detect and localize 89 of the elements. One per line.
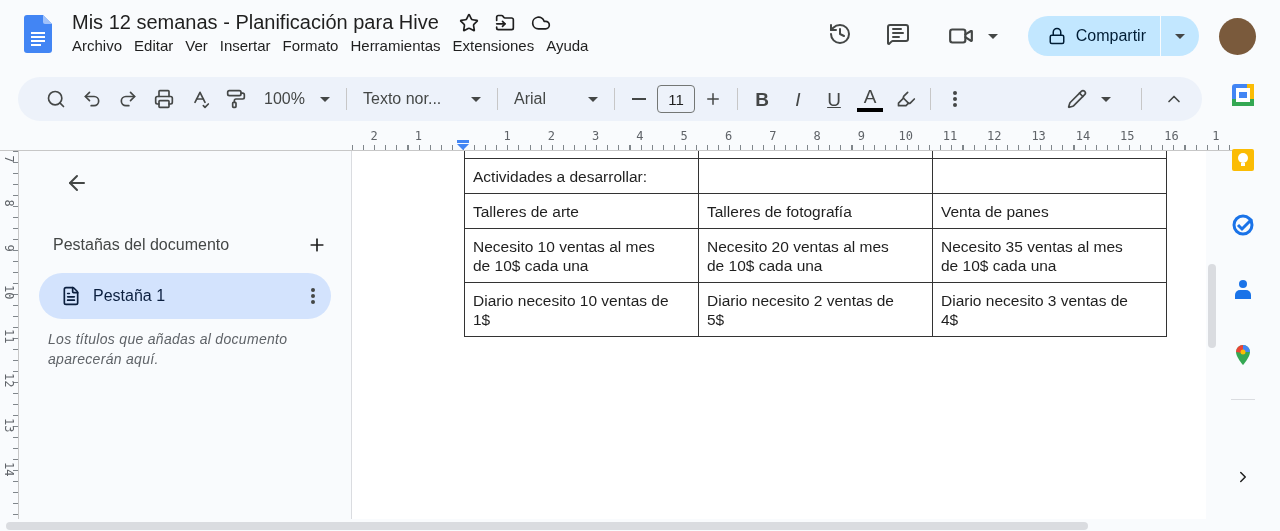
ruler-number: 16 — [1163, 129, 1180, 145]
ruler-number: 9 — [856, 129, 867, 145]
table-cell: Diario necesito 3 ventas de 4$ — [932, 282, 1167, 337]
menu-item[interactable]: Extensiones — [446, 36, 541, 55]
table-cell: Talleres de fotografía — [698, 193, 933, 229]
ruler-number: 8 — [1, 198, 17, 210]
docs-logo[interactable] — [24, 15, 52, 53]
ruler-number: 13 — [1030, 129, 1047, 145]
indent-marker-icon[interactable] — [456, 140, 469, 150]
table-cell: Necesito 20 ventas al mes de 10$ cada una — [698, 228, 933, 283]
ruler-number: 14 — [1, 461, 17, 479]
more-icon[interactable] — [311, 288, 315, 304]
font-dropdown[interactable]: Arial — [504, 83, 608, 115]
scrollbar[interactable] — [6, 522, 1088, 530]
ruler-number: 3 — [591, 129, 601, 145]
ruler-number: 2 — [546, 129, 556, 145]
ruler-number: 9 — [1, 243, 17, 254]
table-cell: Actividades a desarrollar: — [464, 158, 699, 194]
scrollbar[interactable] — [1208, 264, 1216, 348]
ruler-number: 13 — [1, 416, 17, 434]
ruler-number: 1 — [502, 129, 512, 145]
text-color-button[interactable]: A — [852, 83, 888, 115]
ruler-number: 6 — [723, 129, 734, 145]
avatar[interactable] — [1219, 17, 1256, 55]
ruler-number: 11 — [941, 129, 959, 145]
redo-icon — [118, 89, 138, 109]
menu-item[interactable]: Archivo — [66, 36, 129, 55]
ruler-number: 7 — [1, 154, 17, 165]
tab-label: Pestaña 1 — [93, 287, 167, 305]
ruler-number: 1 — [413, 129, 424, 145]
table-cell: Talleres de arte — [464, 193, 699, 229]
plus-icon — [704, 90, 722, 108]
table-cell: Diario necesito 10 ventas de 1$ — [464, 282, 699, 337]
style-dropdown[interactable]: Texto nor... — [353, 83, 491, 115]
menu-item[interactable]: Herramientas — [344, 36, 447, 55]
table-cell: Venta de panes — [932, 193, 1167, 229]
paint-roller-icon — [226, 89, 246, 109]
undo-icon — [82, 89, 102, 109]
bold-button[interactable]: B — [744, 83, 780, 115]
caret-icon — [1175, 33, 1185, 39]
ruler-number: 8 — [812, 129, 822, 145]
caret-icon — [471, 96, 481, 102]
ruler-number: 14 — [1074, 129, 1092, 145]
ruler-number: 7 — [768, 129, 778, 145]
document-icon — [61, 286, 81, 306]
menu-item[interactable]: Editar — [128, 36, 180, 55]
sidebar-hint: Los títulos que añadas al documento aparecerán aquí. — [48, 330, 289, 369]
document-title[interactable]: Mis 12 semanas - Planificación para Hive — [72, 11, 439, 34]
minus-icon — [632, 98, 646, 100]
ruler-number: 2 — [369, 129, 379, 145]
pencil-icon — [1067, 89, 1087, 109]
font-size-field[interactable]: 11 — [657, 85, 695, 113]
ruler-number: 4 — [635, 129, 645, 145]
highlighter-icon — [896, 89, 916, 109]
caret-icon — [320, 96, 330, 102]
contacts-icon[interactable] — [1232, 279, 1254, 301]
lock-icon — [1047, 27, 1066, 45]
star-icon[interactable] — [458, 12, 479, 33]
underline-button[interactable]: U — [816, 83, 852, 115]
ruler-number: 15 — [1118, 129, 1136, 145]
caret-icon — [987, 33, 998, 39]
ruler-number: 12 — [986, 129, 1003, 145]
table-cell: Necesito 35 ventas al mes de 10$ cada una — [932, 228, 1167, 283]
sidebar-heading: Pestañas del documento — [53, 236, 230, 254]
menu-item[interactable]: Formato — [276, 36, 345, 55]
ruler-number: 1 — [1211, 129, 1221, 145]
printer-icon — [154, 89, 174, 109]
calendar-icon[interactable] — [1232, 84, 1254, 106]
ruler-number: 11 — [1, 328, 17, 346]
italic-button[interactable]: I — [780, 83, 816, 115]
caret-icon — [1101, 96, 1111, 102]
search-icon — [46, 89, 66, 109]
ruler-number: 10 — [897, 129, 914, 145]
comment-icon[interactable] — [885, 22, 910, 46]
move-folder-icon[interactable] — [494, 12, 515, 33]
document-tab[interactable]: Pestaña 1 — [39, 273, 331, 319]
caret-icon — [588, 96, 598, 102]
tasks-icon[interactable] — [1232, 214, 1254, 236]
zoom-dropdown[interactable]: 100% — [254, 83, 340, 115]
table-cell: Necesito 10 ventas al mes de 10$ cada una — [464, 228, 699, 283]
ruler-number: 5 — [679, 129, 689, 145]
more-icon — [953, 91, 957, 107]
ruler-number: 10 — [1, 283, 17, 302]
history-icon[interactable] — [827, 22, 852, 46]
ruler-number: 12 — [1, 372, 17, 390]
menu-item[interactable]: Insertar — [213, 36, 277, 55]
table-cell: Diario necesito 2 ventas de 5$ — [698, 282, 933, 337]
menu-item[interactable]: Ayuda — [540, 36, 595, 55]
menu-item[interactable]: Ver — [179, 36, 214, 55]
